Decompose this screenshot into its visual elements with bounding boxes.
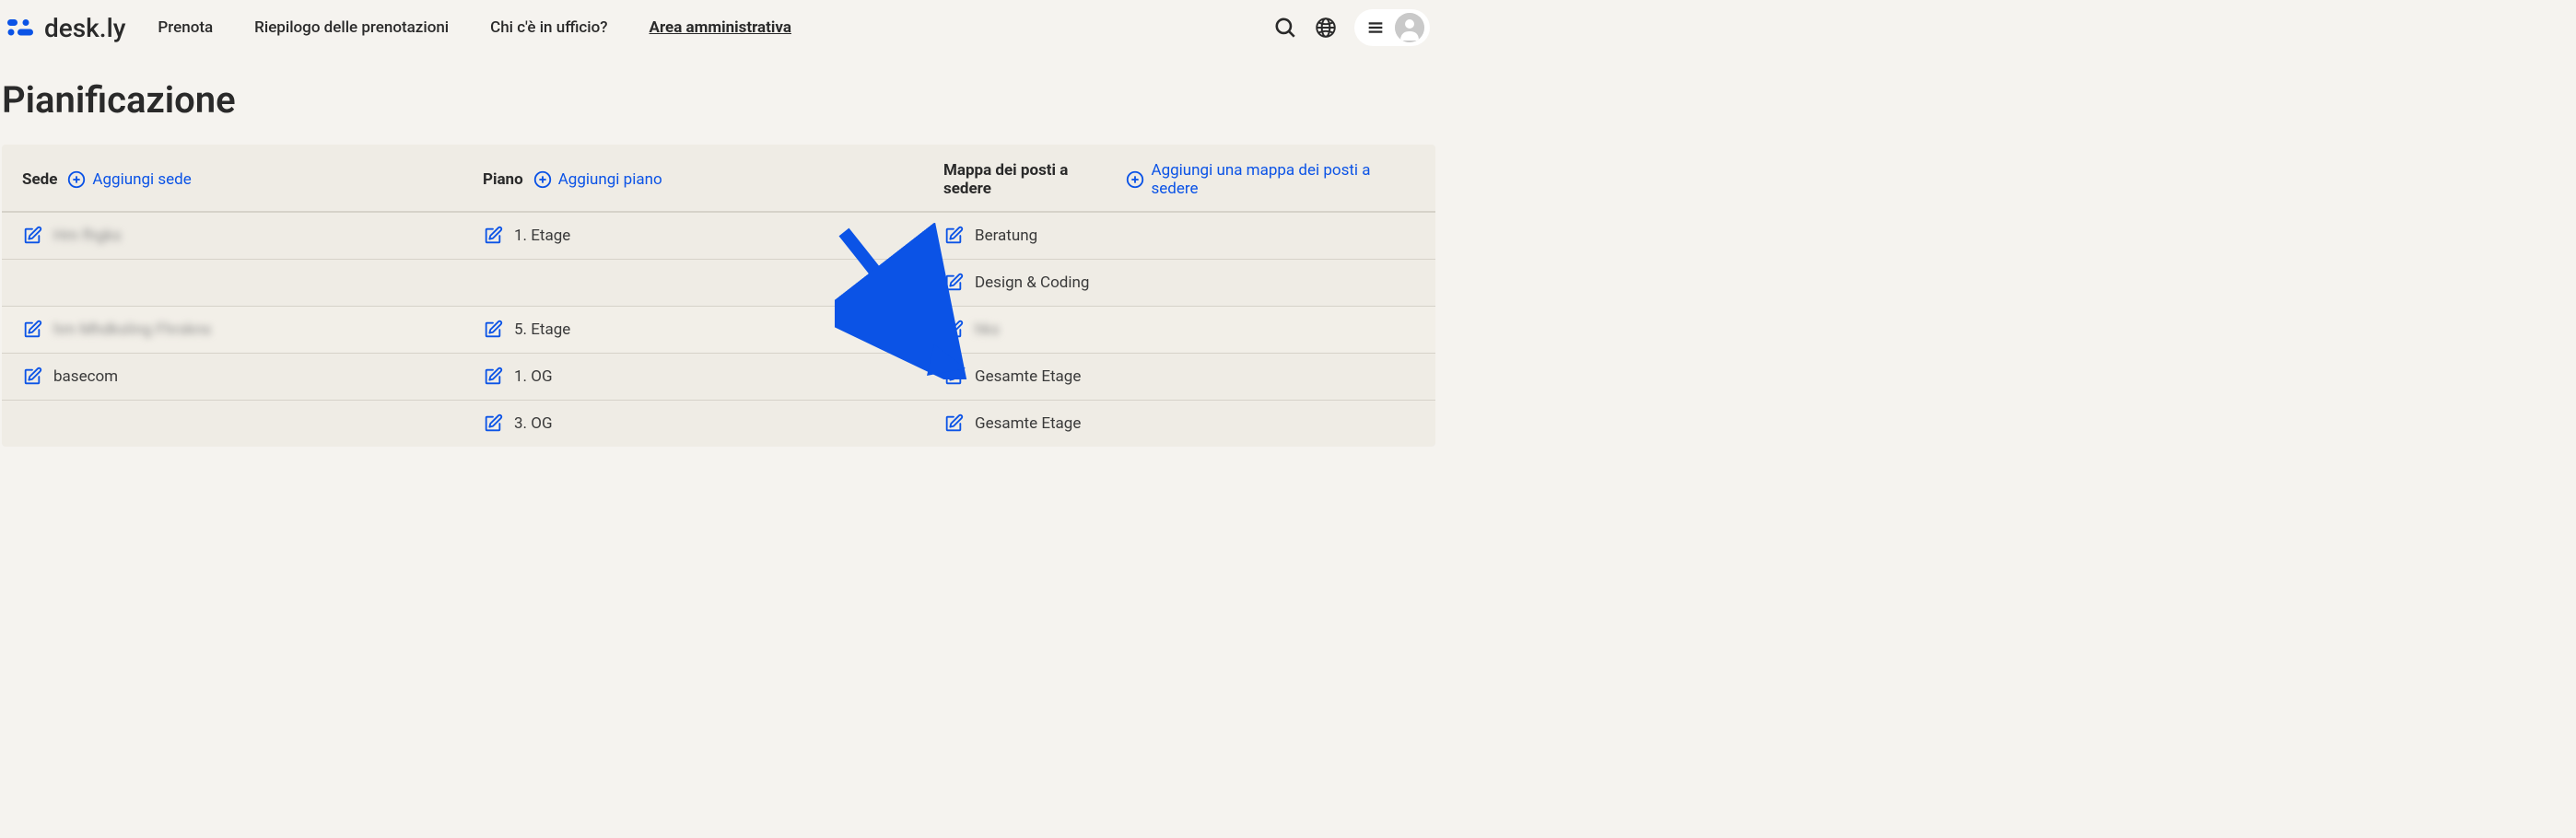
edit-icon[interactable] (483, 413, 503, 434)
col-header-piano: Piano Aggiungi piano (483, 161, 943, 198)
nav-who[interactable]: Chi c'è in ufficio? (490, 18, 607, 37)
col-header-sede: Sede Aggiungi sede (22, 161, 483, 198)
sede-cell: Hm fhgks (2, 213, 463, 259)
add-piano-button[interactable]: Aggiungi piano (533, 169, 662, 190)
sede-cell (2, 401, 463, 447)
edit-icon[interactable] (483, 320, 503, 340)
plus-circle-icon (533, 169, 553, 190)
piano-cell (463, 260, 923, 306)
mappa-cell: Gesamte Etage (923, 401, 1435, 447)
nav-summary[interactable]: Riepilogo delle prenotazioni (254, 18, 449, 37)
piano-cell: 1. Etage (463, 213, 923, 259)
piano-cell: 1. OG (463, 354, 923, 400)
piano-cell: 5. Etage (463, 307, 923, 353)
plus-circle-icon (66, 169, 87, 190)
table-row: hm Mhdksling Fhrskns 5. Etage hks (2, 306, 1435, 353)
table-row: 3. OG Gesamte Etage (2, 400, 1435, 447)
menu-icon[interactable] (1365, 17, 1386, 38)
main-nav: Prenota Riepilogo delle prenotazioni Chi… (158, 18, 791, 37)
plus-circle-icon (1125, 169, 1145, 190)
table-row: Design & Coding (2, 259, 1435, 306)
search-icon[interactable] (1273, 16, 1297, 40)
edit-icon[interactable] (22, 367, 42, 387)
mappa-label: Mappa dei posti a sedere (943, 161, 1116, 198)
edit-icon[interactable] (22, 320, 42, 340)
profile-pill[interactable] (1354, 9, 1430, 46)
piano-cell: 3. OG (463, 401, 923, 447)
piano-label: Piano (483, 170, 523, 189)
avatar[interactable] (1395, 13, 1424, 42)
nav-admin[interactable]: Area amministrativa (650, 18, 791, 37)
sede-cell: basecom (2, 354, 463, 400)
content-wrap: Sede Aggiungi sede Piano (0, 145, 1437, 447)
mappa-cell: Beratung (923, 213, 1435, 259)
sede-label: Sede (22, 170, 57, 189)
mappa-cell: hks (923, 307, 1435, 353)
globe-icon[interactable] (1314, 16, 1338, 40)
table-row: basecom 1. OG Gesamte Etage (2, 353, 1435, 400)
edit-icon[interactable] (22, 226, 42, 246)
rows-container: Hm fhgks 1. Etage Beratung Design & Codi… (2, 212, 1435, 447)
piano-text: 3. OG (514, 414, 553, 433)
col-header-mappa: Mappa dei posti a sedere Aggiungi una ma… (943, 161, 1415, 198)
panel-header: Sede Aggiungi sede Piano (2, 145, 1435, 212)
edit-icon[interactable] (943, 367, 964, 387)
sede-text: Hm fhgks (53, 227, 121, 245)
edit-icon[interactable] (943, 273, 964, 293)
add-mappa-label: Aggiungi una mappa dei posti a sedere (1151, 161, 1415, 198)
mappa-cell: Design & Coding (923, 260, 1435, 306)
app-header: desk.ly Prenota Riepilogo delle prenotaz… (0, 0, 1437, 55)
table-row: Hm fhgks 1. Etage Beratung (2, 212, 1435, 259)
logo-mark-icon (7, 17, 39, 39)
plan-panel: Sede Aggiungi sede Piano (2, 145, 1435, 447)
edit-icon[interactable] (943, 413, 964, 434)
add-piano-label: Aggiungi piano (558, 170, 662, 189)
mappa-text: Beratung (975, 227, 1037, 245)
mappa-cell: Gesamte Etage (923, 354, 1435, 400)
piano-text: 1. Etage (514, 227, 570, 245)
edit-icon[interactable] (483, 226, 503, 246)
mappa-text: Gesamte Etage (975, 414, 1081, 433)
add-mappa-button[interactable]: Aggiungi una mappa dei posti a sedere (1125, 161, 1415, 198)
sede-text: basecom (53, 367, 118, 386)
mappa-text: Gesamte Etage (975, 367, 1081, 386)
nav-book[interactable]: Prenota (158, 18, 213, 37)
sede-text: hm Mhdksling Fhrskns (53, 320, 211, 339)
mappa-text: hks (975, 320, 1000, 339)
mappa-text: Design & Coding (975, 274, 1089, 292)
add-sede-label: Aggiungi sede (92, 170, 191, 189)
piano-text: 5. Etage (514, 320, 570, 339)
logo-text: desk.ly (44, 13, 125, 43)
sede-cell (2, 260, 463, 306)
header-right (1273, 9, 1430, 46)
edit-icon[interactable] (483, 367, 503, 387)
edit-icon[interactable] (943, 320, 964, 340)
page-title: Pianificazione (2, 78, 1437, 122)
edit-icon[interactable] (943, 226, 964, 246)
sede-cell: hm Mhdksling Fhrskns (2, 307, 463, 353)
piano-text: 1. OG (514, 367, 553, 386)
logo[interactable]: desk.ly (7, 13, 125, 43)
add-sede-button[interactable]: Aggiungi sede (66, 169, 191, 190)
